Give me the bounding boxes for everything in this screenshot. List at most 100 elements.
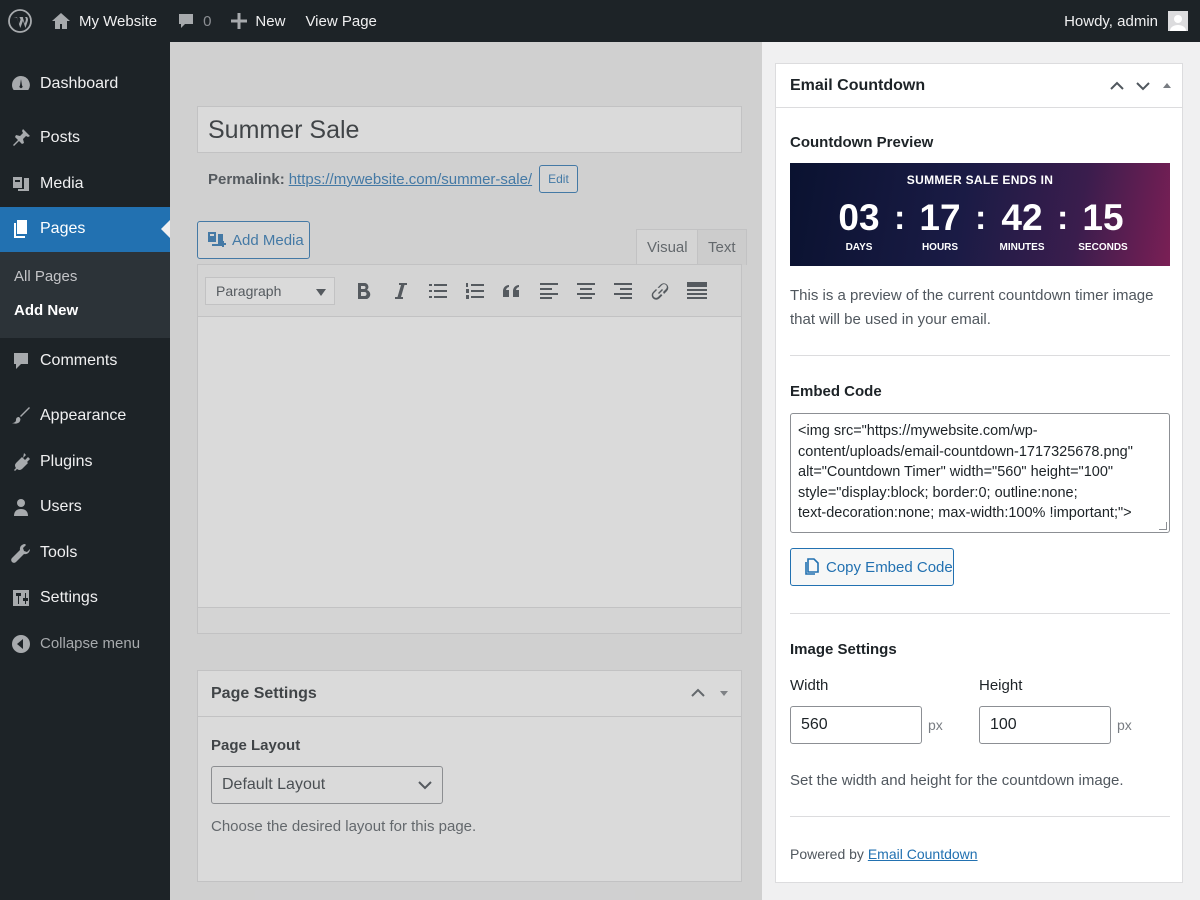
sidebar-item-label: Media bbox=[40, 174, 84, 192]
countdown-preview-image: SUMMER SALE ENDS IN 03 DAYS : 17 HOURS :… bbox=[790, 163, 1170, 266]
triangle-up-icon[interactable] bbox=[1162, 78, 1172, 96]
sidebar-item-comments[interactable]: Comments bbox=[0, 338, 170, 384]
image-settings-description: Set the width and height for the countdo… bbox=[790, 772, 1124, 789]
powered-by-link[interactable]: Email Countdown bbox=[868, 846, 978, 862]
submenu-all-pages[interactable]: All Pages bbox=[0, 260, 170, 294]
sidebar-item-label: Pages bbox=[40, 220, 86, 238]
embed-code-line: content/uploads/email-countdown-17173256… bbox=[798, 443, 1133, 460]
sidebar-item-label: Appearance bbox=[40, 407, 127, 425]
embed-code-textarea[interactable]: <img src="https://mywebsite.com/wp- cont… bbox=[790, 413, 1170, 533]
days-value: 03 bbox=[838, 197, 880, 238]
sidebar-item-pages[interactable]: Pages bbox=[0, 206, 170, 252]
admin-sidebar: Dashboard Posts Media Pages All Pages Ad… bbox=[0, 42, 170, 900]
view-page-link[interactable]: View Page bbox=[295, 0, 386, 42]
new-content-link[interactable]: New bbox=[221, 0, 295, 42]
chevron-down-icon[interactable] bbox=[1136, 78, 1150, 96]
sidebar-item-posts[interactable]: Posts bbox=[0, 116, 170, 162]
chevron-up-icon[interactable] bbox=[1110, 78, 1124, 96]
seconds-value: 15 bbox=[1082, 197, 1124, 238]
sidebar-item-label: Plugins bbox=[40, 452, 93, 470]
pin-icon bbox=[10, 127, 32, 149]
countdown-hours: 17 HOURS bbox=[900, 197, 980, 253]
collapse-icon bbox=[10, 633, 32, 655]
copy-icon bbox=[803, 558, 826, 576]
countdown-minutes: 42 MINUTES bbox=[982, 197, 1062, 253]
height-label: Height bbox=[979, 677, 1023, 694]
height-input[interactable]: 100 bbox=[979, 706, 1111, 744]
email-countdown-header: Email Countdown bbox=[776, 64, 1182, 108]
divider bbox=[790, 355, 1170, 356]
home-icon bbox=[51, 12, 71, 30]
powered-by-text: Powered by bbox=[790, 846, 864, 862]
dashboard-icon bbox=[10, 73, 32, 95]
powered-by: Powered by Email Countdown bbox=[790, 846, 978, 862]
new-label: New bbox=[255, 12, 286, 30]
comments-link[interactable]: 0 bbox=[167, 0, 221, 42]
email-countdown-box: Email Countdown Countdown Preview SUMMER… bbox=[775, 63, 1183, 883]
pages-icon bbox=[10, 218, 32, 240]
embed-code-line: text-decoration:none; max-width:100% !im… bbox=[798, 505, 1132, 521]
resize-handle-icon[interactable] bbox=[1159, 522, 1167, 530]
sidebar-item-dashboard[interactable]: Dashboard bbox=[0, 61, 170, 107]
preview-description: This is a preview of the current countdo… bbox=[790, 284, 1170, 332]
admin-bar: My Website 0 New View Page Howdy, admin bbox=[0, 0, 1200, 42]
sidebar-item-plugins[interactable]: Plugins bbox=[0, 439, 170, 485]
embed-code-title: Embed Code bbox=[790, 383, 882, 400]
sidebar-item-tools[interactable]: Tools bbox=[0, 530, 170, 576]
overlay-backdrop[interactable] bbox=[170, 42, 762, 900]
comment-icon bbox=[177, 12, 195, 30]
sidebar-item-label: Posts bbox=[40, 129, 81, 147]
sidebar-item-label: Tools bbox=[40, 543, 78, 561]
copy-embed-code-button[interactable]: Copy Embed Code bbox=[790, 548, 954, 586]
comment-icon bbox=[10, 350, 32, 372]
height-unit: px bbox=[1117, 717, 1132, 733]
plus-icon bbox=[231, 13, 248, 29]
days-label: DAYS bbox=[845, 242, 873, 253]
image-settings-title: Image Settings bbox=[790, 641, 897, 658]
sidebar-item-label: Settings bbox=[40, 589, 98, 607]
site-name-link[interactable]: My Website bbox=[41, 0, 167, 42]
pages-submenu: All Pages Add New bbox=[0, 252, 170, 338]
settings-icon bbox=[10, 587, 32, 609]
embed-code-line: <img src="https://mywebsite.com/wp- bbox=[798, 423, 1038, 439]
plug-icon bbox=[10, 451, 32, 473]
hours-label: HOURS bbox=[921, 242, 959, 253]
collapse-menu-label: Collapse menu bbox=[40, 635, 141, 653]
wordpress-logo-icon[interactable] bbox=[0, 0, 41, 42]
divider bbox=[790, 613, 1170, 614]
avatar bbox=[1168, 11, 1188, 31]
email-countdown-title: Email Countdown bbox=[790, 76, 926, 94]
sidebar-item-media[interactable]: Media bbox=[0, 161, 170, 207]
countdown-preview-title: Countdown Preview bbox=[790, 134, 934, 151]
preview-description-line: This is a preview of the current countdo… bbox=[790, 287, 1154, 304]
embed-code-line: style="display:block; border:0; outline:… bbox=[798, 484, 1078, 501]
sidebar-item-label: Users bbox=[40, 498, 82, 516]
divider bbox=[790, 816, 1170, 817]
howdy-text: Howdy, admin bbox=[1064, 12, 1158, 30]
submenu-add-new[interactable]: Add New bbox=[0, 294, 170, 328]
width-input[interactable]: 560 bbox=[790, 706, 922, 744]
sidebar-item-label: Comments bbox=[40, 351, 118, 369]
sidebar-item-users[interactable]: Users bbox=[0, 485, 170, 531]
collapse-menu-button[interactable]: Collapse menu bbox=[0, 621, 170, 667]
email-countdown-panel: Email Countdown Countdown Preview SUMMER… bbox=[762, 42, 1200, 900]
countdown-days: 03 DAYS bbox=[819, 197, 899, 253]
minutes-label: MINUTES bbox=[999, 242, 1045, 253]
user-icon bbox=[10, 496, 32, 518]
preview-description-line: that will be used in your email. bbox=[790, 311, 991, 328]
width-label: Width bbox=[790, 677, 829, 694]
media-icon bbox=[10, 173, 32, 195]
account-menu[interactable]: Howdy, admin bbox=[1054, 0, 1200, 42]
comments-count: 0 bbox=[203, 12, 212, 30]
site-name: My Website bbox=[79, 12, 158, 30]
seconds-label: SECONDS bbox=[1078, 242, 1128, 253]
sidebar-item-settings[interactable]: Settings bbox=[0, 576, 170, 622]
minutes-value: 42 bbox=[1001, 197, 1043, 238]
copy-embed-code-label: Copy Embed Code bbox=[826, 558, 953, 576]
width-unit: px bbox=[928, 717, 943, 733]
sidebar-item-appearance[interactable]: Appearance bbox=[0, 394, 170, 440]
brush-icon bbox=[10, 405, 32, 427]
countdown-seconds: 15 SECONDS bbox=[1063, 197, 1143, 253]
hours-value: 17 bbox=[919, 197, 961, 238]
box-controls bbox=[1110, 78, 1172, 96]
